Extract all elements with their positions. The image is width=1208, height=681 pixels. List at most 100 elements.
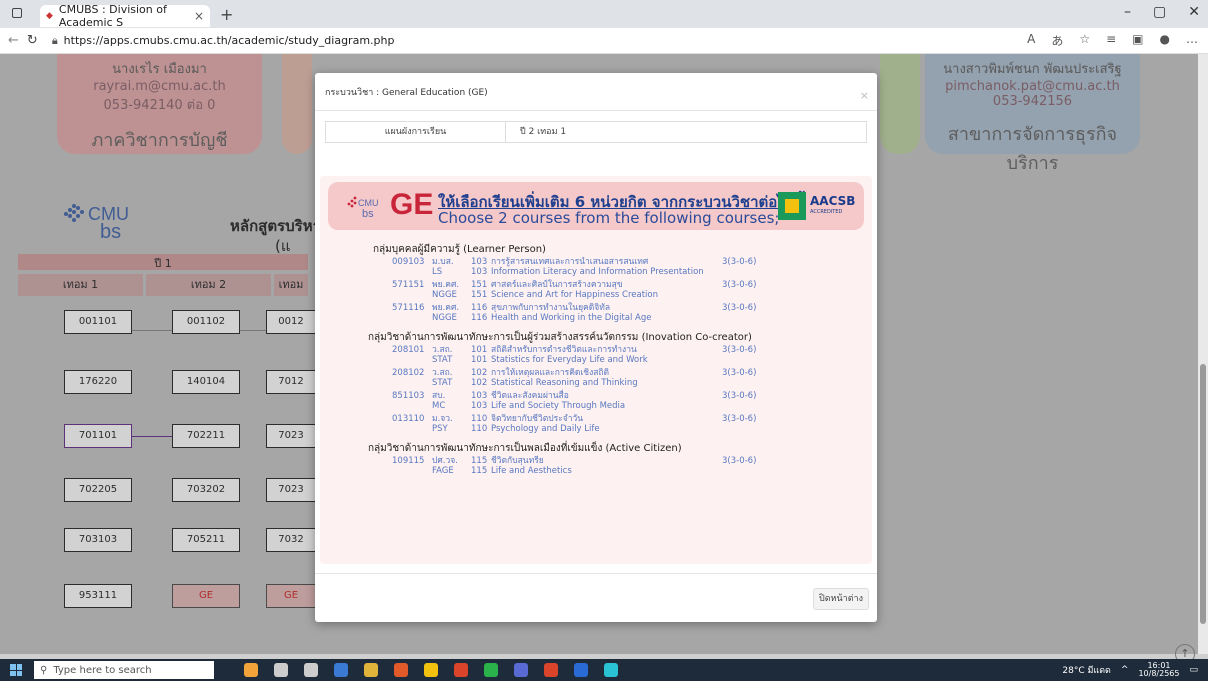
course-code: 851103 <box>392 391 425 401</box>
course-name-en: Information Literacy and Information Pre… <box>491 267 704 277</box>
aacsb-logo: AACSB ACCREDITED <box>778 192 858 220</box>
read-aloud-icon[interactable]: A <box>1027 32 1035 49</box>
app-icon[interactable] <box>514 663 528 677</box>
course-credit: 3(3-0-6) <box>722 303 757 313</box>
clock-date: 10/8/2565 <box>1138 669 1180 678</box>
course-modal: กระบวนวิชา : General Education (GE) × แผ… <box>315 73 877 622</box>
course-abbr-en: MC <box>432 401 446 411</box>
course-name-th: ศาสตร์และศิลป์ในการสร้างความสุข <box>491 280 623 290</box>
course-abbr-th: พย.คศ. <box>432 280 460 290</box>
course-num-en: 103 <box>471 267 488 277</box>
translate-icon[interactable]: あ <box>1051 32 1063 49</box>
app-icon[interactable] <box>364 663 378 677</box>
url-field[interactable]: 🔒︎ https://apps.cmubs.cmu.ac.th/academic/… <box>52 34 395 48</box>
scrollbar-thumb[interactable] <box>1200 364 1206 624</box>
app-icon[interactable] <box>424 663 438 677</box>
tray-arrow-icon[interactable]: ^ <box>1121 665 1129 675</box>
tab-title: CMUBS : Division of Academic S <box>58 3 167 29</box>
favorites-list-icon[interactable]: ≡ <box>1106 32 1116 49</box>
notification-icon[interactable]: ▭ <box>1189 665 1198 675</box>
app-icon[interactable] <box>604 663 618 677</box>
modal-footer: ปิดหน้าต่าง <box>315 573 877 622</box>
tab-close-icon[interactable]: × <box>194 9 204 23</box>
favorite-icon[interactable]: ☆ <box>1079 32 1090 49</box>
svg-text:CMU: CMU <box>358 198 379 208</box>
course-num-en: 116 <box>471 313 488 323</box>
course-num-en: 115 <box>471 466 488 476</box>
course-num: 101 <box>471 345 488 355</box>
svg-text:bs: bs <box>362 208 374 220</box>
app-icon[interactable] <box>394 663 408 677</box>
back-icon[interactable]: ← <box>8 33 19 48</box>
course-credit: 3(3-0-6) <box>722 257 757 267</box>
ge-banner: CMU bs GE ให้เลือกเรียนเพิ่มเติม 6 หน่วย… <box>328 182 864 230</box>
taskbar-search-input[interactable]: ⚲ Type here to search <box>34 661 214 679</box>
app-icon[interactable] <box>274 663 288 677</box>
course-name-th: ชีวิตกับสุนทรีย <box>491 456 544 466</box>
course-group-title: กลุ่มวิชาด้านการพัฒนาทักษะการเป็นพลเมือง… <box>368 443 682 454</box>
windows-start-icon[interactable] <box>10 664 22 676</box>
course-num-en: 151 <box>471 290 488 300</box>
app-icon[interactable] <box>244 663 258 677</box>
browser-tab[interactable]: ◆ CMUBS : Division of Academic S × <box>40 3 210 29</box>
course-num-en: 103 <box>471 401 488 411</box>
ge-label: GE <box>390 188 434 221</box>
course-credit: 3(3-0-6) <box>722 345 757 355</box>
course-credit: 3(3-0-6) <box>722 391 757 401</box>
maximize-icon[interactable]: ▢ <box>1153 4 1166 20</box>
course-num: 115 <box>471 456 488 466</box>
minimize-icon[interactable]: – <box>1124 4 1131 20</box>
course-code: 109115 <box>392 456 425 466</box>
cmubs-small-logo: CMU bs <box>347 196 379 220</box>
refresh-icon[interactable]: ↻ <box>27 33 38 48</box>
close-window-button[interactable]: ปิดหน้าต่าง <box>813 588 869 610</box>
course-abbr-en: FAGE <box>432 466 454 476</box>
course-code: 208102 <box>392 368 425 378</box>
more-icon[interactable]: … <box>1186 32 1198 49</box>
course-name-th: จิตวิทยากับชีวิตประจำวัน <box>491 414 584 424</box>
aacsb-subtext: ACCREDITED <box>810 209 843 215</box>
new-tab-button[interactable]: + <box>220 5 233 24</box>
close-window-icon[interactable]: ✕ <box>1188 4 1200 20</box>
modal-title: กระบวนวิชา : General Education (GE) <box>325 87 488 98</box>
window-controls: – ▢ ✕ <box>1124 4 1200 20</box>
course-num: 103 <box>471 257 488 267</box>
plan-value: ปี 2 เทอม 1 <box>520 127 567 137</box>
app-icon[interactable] <box>544 663 558 677</box>
course-credit: 3(3-0-6) <box>722 368 757 378</box>
ge-course-panel: CMU bs GE ให้เลือกเรียนเพิ่มเติม 6 หน่วย… <box>320 176 872 564</box>
search-icon: ⚲ <box>40 664 48 676</box>
course-num-en: 101 <box>471 355 488 365</box>
app-icon[interactable] <box>574 663 588 677</box>
browser-tab-bar: ◆ CMUBS : Division of Academic S × + – ▢… <box>0 0 1208 29</box>
app-icon[interactable] <box>454 663 468 677</box>
modal-close-icon[interactable]: × <box>860 89 869 102</box>
app-icon[interactable] <box>334 663 348 677</box>
course-code: 009103 <box>392 257 425 267</box>
course-abbr-en: NGGE <box>432 313 457 323</box>
windows-taskbar: ⚲ Type here to search 28°C มีแดด ^ 16:01… <box>0 659 1208 681</box>
url-text: https://apps.cmubs.cmu.ac.th/academic/st… <box>63 33 395 47</box>
page-scrollbar[interactable] <box>1198 54 1208 654</box>
course-code: 571116 <box>392 303 425 313</box>
clock[interactable]: 16:01 10/8/2565 <box>1138 662 1179 678</box>
course-credit: 3(3-0-6) <box>722 414 757 424</box>
course-num: 116 <box>471 303 488 313</box>
profile-icon[interactable]: ● <box>1160 32 1170 49</box>
plan-table: แผนผังการเรียน ปี 2 เทอม 1 <box>325 121 867 143</box>
app-icon[interactable] <box>484 663 498 677</box>
app-icon[interactable] <box>304 663 318 677</box>
tab-actions-icon[interactable] <box>12 8 22 18</box>
collections-icon[interactable]: ▣ <box>1132 32 1143 49</box>
course-num: 110 <box>471 414 488 424</box>
weather-text[interactable]: 28°C มีแดด <box>1062 663 1111 677</box>
course-abbr-th: ว.สถ. <box>432 345 453 355</box>
course-abbr-th: ม.บส. <box>432 257 454 267</box>
course-name-th: การรู้สารสนเทศและการนำเสนอสารสนเทศ <box>491 257 649 267</box>
course-name-en: Statistical Reasoning and Thinking <box>491 378 638 388</box>
browser-toolbar-icons: A あ ☆ ≡ ▣ ● … <box>1027 32 1198 49</box>
course-abbr-en: PSY <box>432 424 448 434</box>
course-name-en: Statistics for Everyday Life and Work <box>491 355 648 365</box>
course-num: 103 <box>471 391 488 401</box>
course-num-en: 110 <box>471 424 488 434</box>
